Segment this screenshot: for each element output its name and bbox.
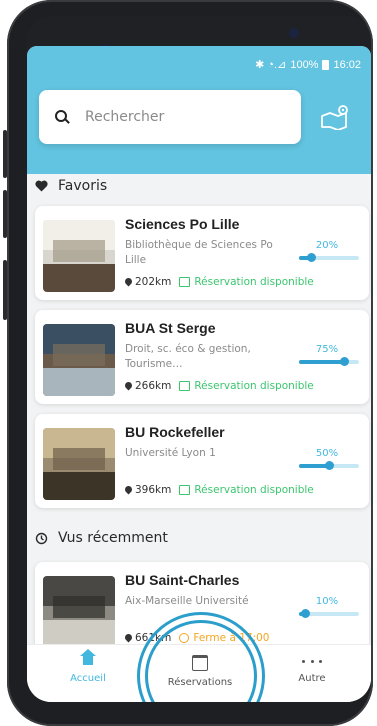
status-bar: ✱ ◔.⊿ 100% 16:02: [255, 58, 361, 72]
app-header: ✱ ◔.⊿ 100% 16:02: [27, 46, 371, 174]
library-name: BU Saint-Charles: [125, 572, 240, 588]
occupancy-bar: [299, 461, 359, 470]
library-subtitle: Bibliothèque de Sciences Po Lille: [125, 239, 273, 266]
phone-frame: ✱ ◔.⊿ 100% 16:02 Favoris Sciences Po Lil…: [3, 0, 373, 726]
occupancy-fill: [299, 360, 344, 364]
app-screen: ✱ ◔.⊿ 100% 16:02 Favoris Sciences Po Lil…: [27, 46, 371, 702]
nav-home-label: Accueil: [70, 673, 106, 684]
volume-button: [3, 130, 7, 178]
library-meta: 266km Réservation disponible: [125, 380, 314, 392]
occupancy-bar: [299, 609, 359, 618]
location-pin-icon: [125, 634, 132, 643]
recent-header: Vus récemment: [35, 530, 168, 546]
library-photo: [43, 324, 115, 396]
occupancy-percent: 20%: [315, 240, 339, 251]
search-box[interactable]: [39, 90, 301, 144]
library-subtitle: Université Lyon 1: [125, 447, 216, 459]
library-name: BUA St Serge: [125, 320, 216, 336]
occupancy-bar: [299, 357, 359, 366]
occupancy-knob: [340, 357, 349, 366]
reservation-status: Réservation disponible: [194, 276, 314, 288]
battery-level: 100%: [290, 58, 319, 71]
more-icon: [302, 655, 322, 667]
calendar-check-icon: [179, 485, 191, 495]
nav-more-label: Autre: [298, 673, 326, 684]
bixby-button: [3, 190, 7, 238]
favorites-title: Favoris: [58, 178, 108, 194]
library-meta: 202km Réservation disponible: [125, 276, 314, 288]
map-icon[interactable]: [319, 104, 351, 130]
occupancy-percent: 75%: [315, 344, 339, 355]
search-input[interactable]: [83, 108, 267, 126]
recent-title: Vus récemment: [58, 530, 168, 546]
library-photo: [43, 428, 115, 500]
calendar-check-icon: [179, 381, 191, 391]
nav-more[interactable]: Autre: [267, 655, 357, 684]
location-pin-icon: [125, 486, 132, 495]
front-camera-icon: [289, 28, 299, 38]
occupancy-percent: 50%: [315, 448, 339, 459]
occupancy-knob: [325, 461, 334, 470]
distance: 396km: [135, 484, 172, 496]
distance: 202km: [135, 276, 172, 288]
heart-icon: [35, 180, 48, 192]
history-icon: [35, 532, 48, 544]
search-icon: [55, 110, 69, 124]
signal-icons: ✱ ◔.⊿: [255, 59, 287, 71]
occupancy-knob: [301, 609, 310, 618]
library-subtitle: Droit, sc. éco & gestion, Tourisme…: [125, 343, 251, 370]
library-card[interactable]: Sciences Po Lille Bibliothèque de Science…: [35, 206, 369, 300]
occupancy-knob: [307, 253, 316, 262]
power-button: [3, 260, 7, 320]
home-icon: [80, 649, 96, 667]
battery-icon: [322, 59, 330, 70]
library-photo: [43, 220, 115, 292]
reservation-status: Réservation disponible: [194, 484, 314, 496]
library-card[interactable]: BU Rockefeller Université Lyon 1 396km Rése…: [35, 414, 369, 508]
calendar-check-icon: [179, 277, 191, 287]
reservation-status: Réservation disponible: [194, 380, 314, 392]
location-pin-icon: [125, 278, 132, 287]
favorites-header: Favoris: [35, 178, 107, 194]
location-pin-icon: [125, 382, 132, 391]
distance: 266km: [135, 380, 172, 392]
occupancy-bar: [299, 253, 359, 262]
nav-home[interactable]: Accueil: [43, 649, 133, 684]
occupancy-percent: 10%: [315, 596, 339, 607]
library-meta: 396km Réservation disponible: [125, 484, 314, 496]
library-photo: [43, 576, 115, 648]
library-name: BU Rockefeller: [125, 424, 225, 440]
library-name: Sciences Po Lille: [125, 216, 240, 232]
library-card[interactable]: BUA St Serge Droit, sc. éco & gestion, To…: [35, 310, 369, 404]
library-subtitle: Aix-Marseille Université: [125, 595, 249, 607]
clock: 16:02: [333, 58, 361, 71]
